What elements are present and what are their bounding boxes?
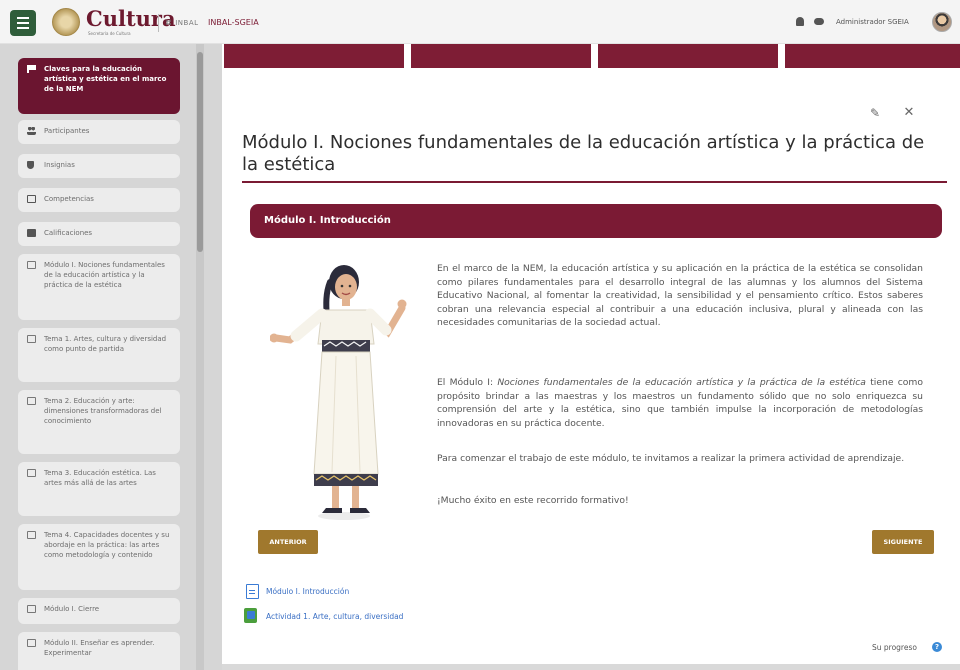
sidebar-item-module-1-close[interactable]: Módulo I. Cierre: [18, 598, 180, 624]
closing-paragraph: ¡Mucho éxito en este recorrido formativo…: [437, 495, 629, 506]
top-navbar: Cultura Secretaría de Cultura ⌘ INBAL IN…: [0, 0, 960, 44]
title-divider: [242, 181, 947, 183]
sidebar-item-competencies[interactable]: Competencias: [18, 188, 180, 212]
header-banner-tile: [785, 44, 960, 68]
page-title: Módulo I. Nociones fundamentales de la e…: [242, 132, 925, 175]
progress-label: Su progreso: [872, 643, 917, 652]
invitation-paragraph: Para comenzar el trabajo de este módulo,…: [437, 453, 905, 464]
folder-icon: [27, 531, 36, 539]
checkbox-icon: [27, 195, 36, 203]
pencil-icon[interactable]: ✎: [868, 106, 882, 120]
sidebar-item-label: Tema 2. Educación y arte: dimensiones tr…: [44, 397, 162, 425]
sidebar-item-label: Insignias: [44, 161, 75, 169]
resource-link-introduction[interactable]: Módulo I. Introducción: [266, 587, 349, 596]
activity-icon: [244, 608, 257, 623]
users-icon: [27, 127, 36, 135]
sidebar-item-topic-1[interactable]: Tema 1. Artes, cultura y diversidad como…: [18, 328, 180, 382]
teacher-illustration: [270, 265, 407, 520]
folder-icon: [27, 397, 36, 405]
sidebar-item-label: Tema 1. Artes, cultura y diversidad como…: [44, 335, 167, 353]
sidebar-scroll-thumb[interactable]: [197, 52, 203, 252]
sidebar-item-module-2[interactable]: Módulo II. Enseñar es aprender. Experime…: [18, 632, 180, 670]
sidebar-item-course-home[interactable]: Claves para la educación artística y est…: [18, 58, 180, 114]
sidebar-item-label: Tema 4. Capacidades docentes y su aborda…: [44, 531, 170, 559]
site-name-link[interactable]: INBAL-SGEIA: [208, 18, 259, 27]
brand-logo[interactable]: Cultura: [86, 6, 176, 31]
user-menu-name[interactable]: Administrador SGEIA: [836, 18, 909, 26]
sidebar-item-module-1[interactable]: Módulo I. Nociones fundamentales de la e…: [18, 254, 180, 320]
help-icon[interactable]: ?: [932, 642, 942, 652]
folder-icon: [27, 469, 36, 477]
table-icon: [27, 229, 36, 237]
flag-icon: [27, 65, 36, 73]
sidebar-item-topic-4[interactable]: Tema 4. Capacidades docentes y su aborda…: [18, 524, 180, 590]
sidebar-item-participants[interactable]: Participantes: [18, 120, 180, 144]
brand-divider: [158, 14, 159, 32]
previous-button[interactable]: ANTERIOR: [258, 530, 318, 554]
close-icon[interactable]: ✕: [902, 106, 916, 120]
header-banner-tile: [411, 44, 591, 68]
header-banner-tile: [598, 44, 778, 68]
brand-subtitle: Secretaría de Cultura: [88, 31, 131, 36]
sidebar-item-topic-2[interactable]: Tema 2. Educación y arte: dimensiones tr…: [18, 390, 180, 454]
purpose-paragraph: El Módulo I: Nociones fundamentales de l…: [437, 376, 923, 430]
document-icon: [246, 584, 259, 599]
next-button[interactable]: SIGUIENTE: [872, 530, 934, 554]
sidebar-item-label: Módulo I. Nociones fundamentales de la e…: [44, 261, 165, 289]
module-title-emphasis: Nociones fundamentales de la educación a…: [497, 377, 866, 388]
folder-icon: [27, 605, 36, 613]
shield-icon: [27, 161, 34, 169]
bell-icon[interactable]: [796, 17, 804, 26]
folder-icon: [27, 639, 36, 647]
bottom-strip: [222, 664, 960, 670]
sidebar-item-badges[interactable]: Insignias: [18, 154, 180, 178]
folder-icon: [27, 261, 36, 269]
sidebar-item-label: Módulo II. Enseñar es aprender. Experime…: [44, 639, 155, 657]
sidebar-item-label: Calificaciones: [44, 229, 93, 237]
section-title: Módulo I. Introducción: [264, 215, 391, 226]
sidebar-item-label: Participantes: [44, 127, 90, 135]
intro-paragraph: En el marco de la NEM, la educación artí…: [437, 263, 923, 328]
mexico-seal-logo: [52, 8, 80, 36]
sidebar-item-label: Módulo I. Cierre: [44, 605, 100, 613]
sidebar-item-label: Claves para la educación artística y est…: [44, 65, 167, 93]
purpose-text-start: El Módulo I:: [437, 377, 498, 388]
sidebar-item-topic-3[interactable]: Tema 3. Educación estética. Las artes má…: [18, 462, 180, 516]
sidebar-item-grades[interactable]: Calificaciones: [18, 222, 180, 246]
inbal-logo: ⌘ INBAL: [165, 19, 199, 27]
user-avatar[interactable]: [932, 12, 952, 32]
hamburger-menu-button[interactable]: [10, 10, 36, 36]
chat-icon[interactable]: [814, 18, 824, 25]
header-banner-tile: [224, 44, 404, 68]
sidebar-item-label: Tema 3. Educación estética. Las artes má…: [44, 469, 156, 487]
folder-icon: [27, 335, 36, 343]
sidebar-item-label: Competencias: [44, 195, 94, 203]
resource-link-activity-1[interactable]: Actividad 1. Arte, cultura, diversidad: [266, 612, 403, 621]
